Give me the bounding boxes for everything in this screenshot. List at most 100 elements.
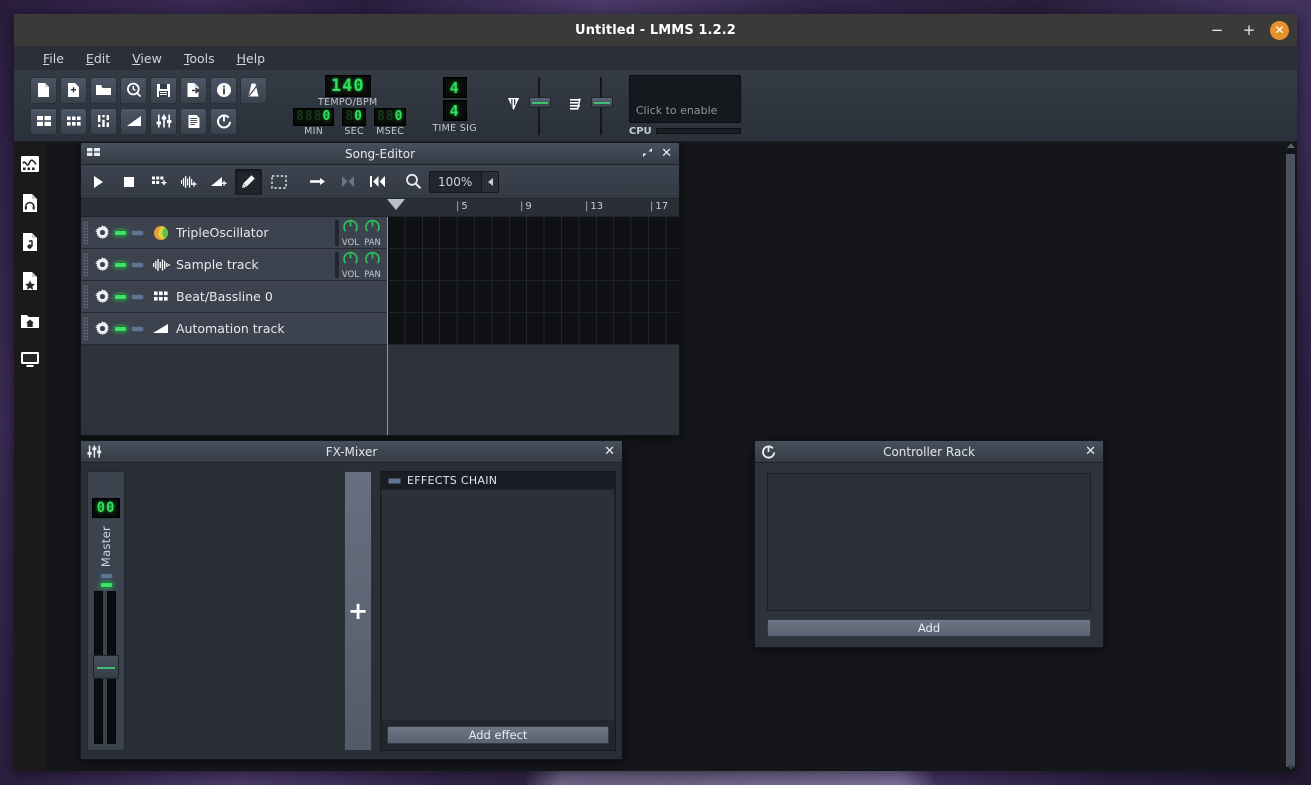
controller-list[interactable] (767, 473, 1091, 611)
track-drag-handle[interactable] (81, 313, 90, 344)
recently-opened-icon[interactable] (120, 77, 147, 104)
return-to-start-button[interactable] (364, 169, 391, 195)
add-automation-track-button[interactable] (205, 169, 232, 195)
timesig-denominator-lcd[interactable]: 4 (443, 100, 467, 121)
controller-rack-icon[interactable] (210, 108, 237, 135)
fader-handle[interactable] (93, 655, 119, 679)
close-icon[interactable]: ✕ (1085, 445, 1096, 458)
visualization-display[interactable]: Click to enable (629, 75, 741, 123)
draw-mode-button[interactable] (235, 169, 262, 195)
close-icon[interactable]: ✕ (604, 445, 615, 458)
table-row[interactable]: TripleOscillator VOL (81, 217, 387, 249)
chevron-left-icon[interactable] (481, 172, 498, 192)
track-name-label[interactable]: TripleOscillator (176, 225, 335, 240)
about-info-icon[interactable] (210, 77, 237, 104)
maximize-button[interactable]: + (1238, 19, 1260, 41)
track-mute-led[interactable] (114, 294, 127, 300)
grid-lane[interactable] (387, 313, 679, 345)
table-row[interactable]: Beat/Bassline 0 (81, 281, 387, 313)
track-settings-gear-icon[interactable] (90, 224, 114, 241)
playhead-marker[interactable] (387, 199, 405, 217)
menu-help[interactable]: Help (228, 48, 275, 69)
edit-mode-select-button[interactable] (265, 169, 292, 195)
new-from-template-icon[interactable] (60, 77, 87, 104)
pan-knob[interactable] (364, 218, 381, 239)
sec-lcd[interactable]: 80 (342, 108, 366, 126)
fx-mixer-titlebar[interactable]: FX-Mixer ✕ (81, 441, 622, 463)
track-settings-gear-icon[interactable] (90, 288, 114, 305)
pan-knob[interactable] (364, 250, 381, 271)
grid-lane[interactable] (387, 281, 679, 313)
effects-list[interactable] (382, 490, 614, 720)
min-lcd[interactable]: 8880 (293, 108, 334, 126)
add-beat-bassline-button[interactable] (145, 169, 172, 195)
slider-handle[interactable] (529, 97, 551, 108)
volume-knob[interactable] (342, 218, 359, 239)
track-settings-gear-icon[interactable] (90, 320, 114, 337)
table-row[interactable]: Sample track VOL (81, 249, 387, 281)
scrollbar-thumb[interactable] (1286, 154, 1295, 767)
scroll-up-icon[interactable] (1287, 143, 1295, 148)
fx-channel-mute-led[interactable] (100, 573, 113, 579)
timeline-ruler[interactable]: 5 9 13 17 (387, 199, 679, 217)
master-pitch-slider[interactable] (587, 77, 615, 135)
play-after-stop-button[interactable] (304, 169, 331, 195)
effects-chain-enable-led[interactable] (388, 478, 401, 484)
track-drag-handle[interactable] (81, 217, 90, 248)
open-project-icon[interactable] (90, 77, 117, 104)
track-drag-handle[interactable] (81, 281, 90, 312)
track-mute-led[interactable] (114, 262, 127, 268)
timesig-numerator-lcd[interactable]: 4 (443, 77, 467, 98)
controller-rack-titlebar[interactable]: Controller Rack ✕ (755, 441, 1103, 463)
track-name-label[interactable]: Sample track (176, 257, 335, 272)
track-solo-led[interactable] (131, 326, 144, 332)
restore-icon[interactable] (642, 147, 653, 161)
grid-lane[interactable] (387, 249, 679, 281)
add-effect-button[interactable]: Add effect (387, 726, 609, 744)
sidebar-item-my-home[interactable] (17, 308, 43, 332)
menu-tools[interactable]: Tools (175, 48, 224, 69)
scroll-down-icon[interactable] (1287, 765, 1295, 770)
sidebar-item-instrument-plugins[interactable] (17, 152, 43, 176)
minimize-button[interactable]: − (1206, 19, 1228, 41)
track-drag-handle[interactable] (81, 249, 90, 280)
master-channel-strip[interactable]: 00 Master (87, 471, 125, 751)
add-controller-button[interactable]: Add (767, 619, 1091, 637)
project-notes-panel-icon[interactable] (180, 108, 207, 135)
tempo-lcd[interactable]: 140 (325, 75, 371, 97)
master-fader[interactable] (93, 591, 119, 744)
track-solo-led[interactable] (131, 230, 144, 236)
track-settings-gear-icon[interactable] (90, 256, 114, 273)
add-sample-track-button[interactable] (175, 169, 202, 195)
beat-bassline-editor-icon[interactable] (60, 108, 87, 135)
track-name-label[interactable]: Beat/Bassline 0 (176, 289, 387, 304)
zoom-combobox[interactable]: 100% (429, 171, 499, 193)
song-editor-icon[interactable] (30, 108, 57, 135)
track-mute-led[interactable] (114, 326, 127, 332)
track-name-label[interactable]: Automation track (176, 321, 387, 336)
sidebar-item-my-presets[interactable] (17, 269, 43, 293)
slider-handle[interactable] (591, 97, 613, 108)
track-solo-led[interactable] (131, 262, 144, 268)
export-project-icon[interactable] (180, 77, 207, 104)
stop-button[interactable] (115, 169, 142, 195)
sidebar-item-my-computer[interactable] (17, 347, 43, 371)
menu-file[interactable]: File (34, 48, 73, 69)
track-mute-led[interactable] (114, 230, 127, 236)
grid-lane[interactable] (387, 217, 679, 249)
fx-channel-solo-led[interactable] (100, 582, 113, 588)
piano-roll-icon[interactable] (90, 108, 117, 135)
track-solo-led[interactable] (131, 294, 144, 300)
play-button[interactable] (85, 169, 112, 195)
table-row[interactable]: Automation track (81, 313, 387, 345)
sidebar-item-my-samples[interactable] (17, 230, 43, 254)
new-project-icon[interactable] (30, 77, 57, 104)
automation-editor-icon[interactable] (120, 108, 147, 135)
menu-view[interactable]: View (123, 48, 171, 69)
volume-knob[interactable] (342, 250, 359, 271)
master-volume-slider[interactable] (525, 77, 553, 135)
close-icon[interactable]: ✕ (661, 147, 672, 160)
save-project-icon[interactable] (150, 77, 177, 104)
fx-mixer-icon[interactable] (150, 108, 177, 135)
back-to-zero-button[interactable] (334, 169, 361, 195)
